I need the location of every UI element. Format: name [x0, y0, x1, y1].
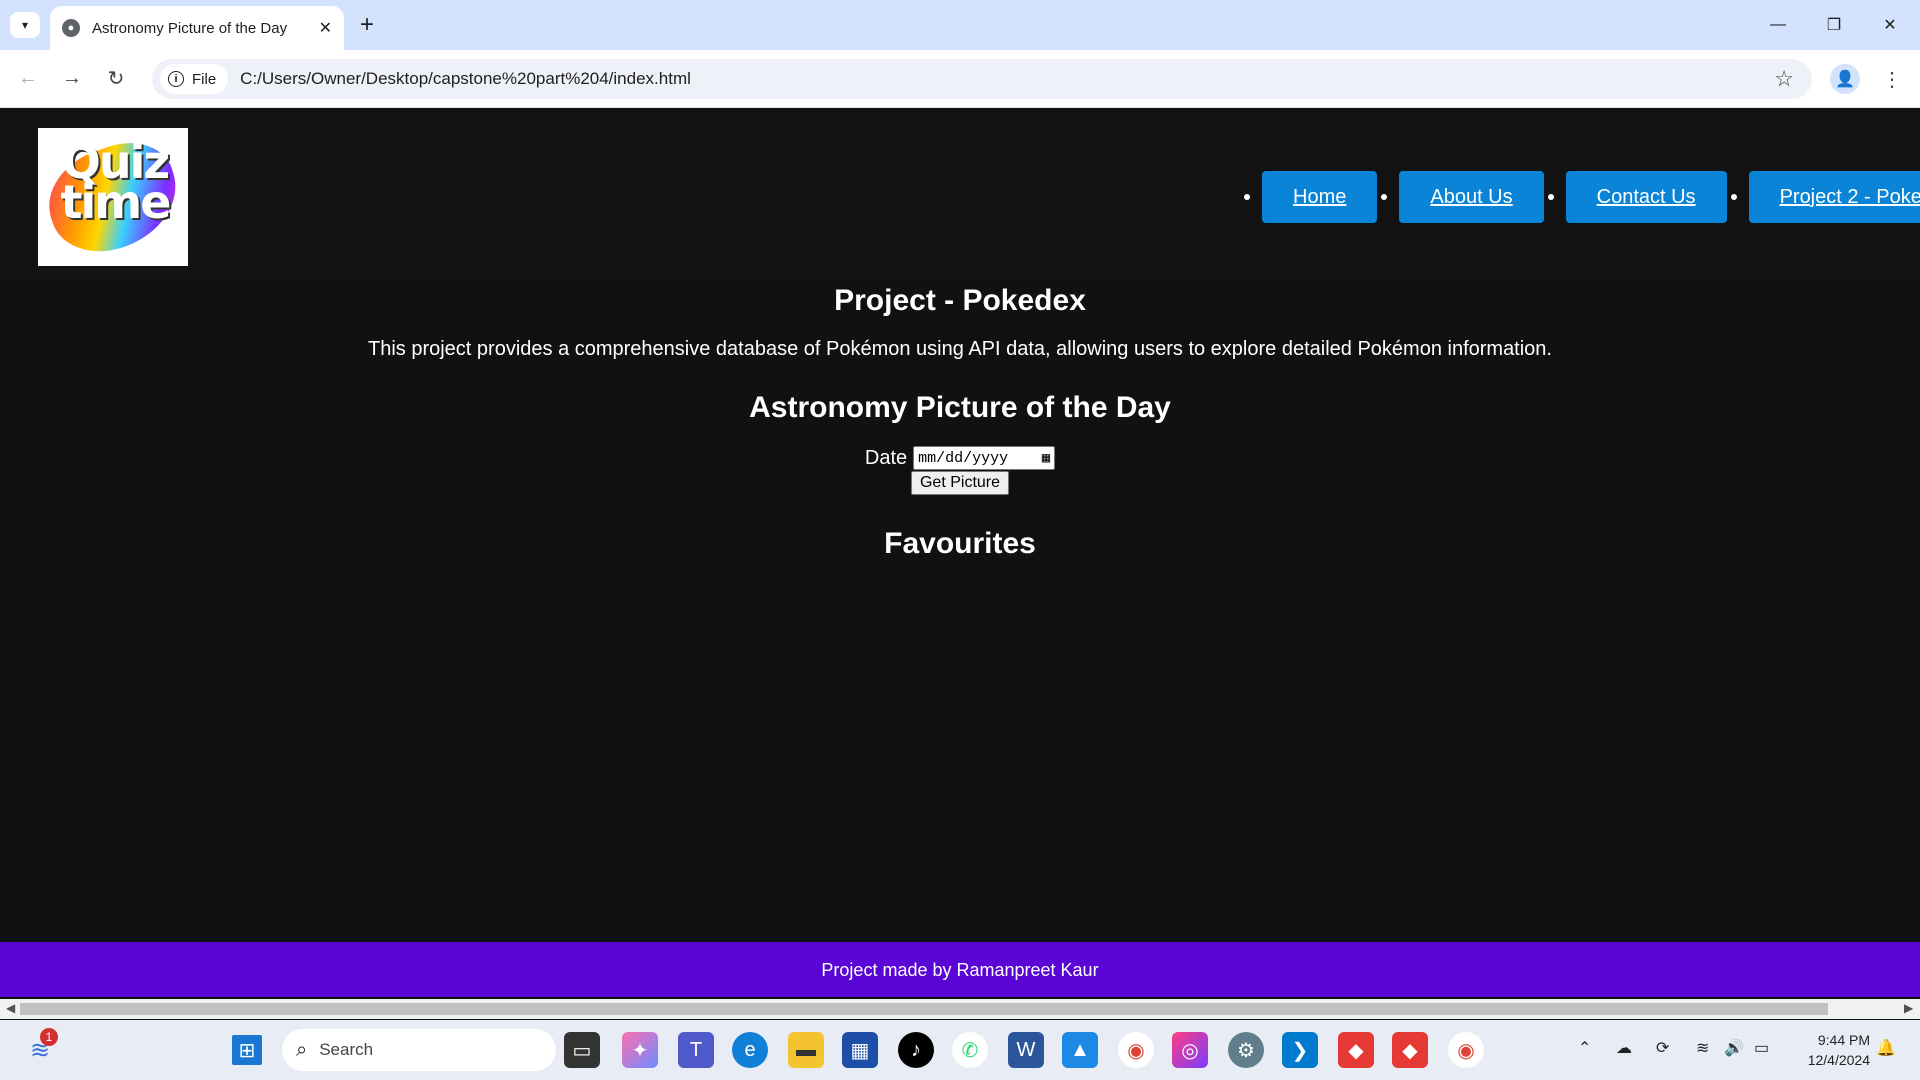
- browser-tab-strip: ▾ ● Astronomy Picture of the Day ✕ + — ❐…: [0, 0, 1920, 50]
- project-description: This project provides a comprehensive da…: [367, 338, 1552, 360]
- scroll-left-arrow-icon[interactable]: ◀: [6, 1001, 15, 1015]
- volume-icon[interactable]: 🔊: [1724, 1038, 1744, 1058]
- tab-search-chevron-icon[interactable]: ▾: [10, 12, 40, 38]
- project-title: Project - Pokedex: [834, 284, 1086, 317]
- get-button-row: Get Picture: [0, 471, 1920, 495]
- taskbar-clock[interactable]: 9:44 PM 12/4/2024: [1790, 1030, 1870, 1070]
- favourites-title: Favourites: [884, 527, 1036, 560]
- browser-tab[interactable]: ● Astronomy Picture of the Day ✕: [50, 6, 344, 50]
- windows-taskbar: ≋ 1 ⊞ ⌕ Search ▭ ✦ T e ▬ ▦ ♪ ✆ W ▲ ◉ ◎ ⚙…: [0, 1020, 1920, 1080]
- chrome-active-icon[interactable]: ◉: [1448, 1032, 1484, 1068]
- wifi-icon[interactable]: ≋: [1696, 1038, 1709, 1058]
- nav-project2-link[interactable]: Project 2 - Pokedex: [1748, 171, 1920, 223]
- photos-icon[interactable]: ▲: [1062, 1032, 1098, 1068]
- main-nav: Home About Us Contact Us Project 2 - Pok…: [1240, 171, 1920, 223]
- taskbar-search-placeholder: Search: [319, 1040, 374, 1059]
- windows-start-icon[interactable]: ⊞: [232, 1035, 262, 1065]
- get-picture-button[interactable]: Get Picture: [910, 471, 1010, 495]
- word-icon[interactable]: W: [1008, 1032, 1044, 1068]
- back-button[interactable]: ←: [12, 62, 44, 94]
- url-text[interactable]: C:/Users/Owner/Desktop/capstone%20part%2…: [240, 69, 1774, 89]
- nav-bullet: [1547, 194, 1554, 200]
- info-icon: i: [168, 71, 184, 87]
- teams-icon[interactable]: T: [678, 1032, 714, 1068]
- tab-close-icon[interactable]: ✕: [319, 18, 332, 38]
- creative-cloud-icon[interactable]: ◎: [1172, 1032, 1208, 1068]
- vscode-icon[interactable]: ❯: [1282, 1032, 1318, 1068]
- sync-icon[interactable]: ⟳: [1656, 1038, 1669, 1058]
- minimize-button[interactable]: —: [1750, 0, 1806, 50]
- settings-gear-icon[interactable]: ⚙: [1228, 1032, 1264, 1068]
- site-info-chip[interactable]: i File: [160, 64, 229, 94]
- date-form-row: Date mm/dd/yyyy ▦: [0, 446, 1920, 470]
- nav-bullet: [1244, 194, 1250, 200]
- whatsapp-icon[interactable]: ✆: [952, 1032, 988, 1068]
- horizontal-scrollbar[interactable]: ◀ ▶: [0, 999, 1920, 1019]
- site-info-label: File: [192, 70, 217, 88]
- nav-about-link[interactable]: About Us: [1399, 171, 1544, 223]
- microsoft-store-icon[interactable]: ▦: [842, 1032, 878, 1068]
- clock-time: 9:44 PM: [1817, 1032, 1870, 1048]
- scrollbar-thumb[interactable]: [20, 1003, 1828, 1015]
- clock-date: 12/4/2024: [1807, 1052, 1870, 1068]
- date-input[interactable]: mm/dd/yyyy ▦: [913, 446, 1056, 470]
- taskbar-search[interactable]: ⌕ Search: [282, 1029, 556, 1071]
- nav-contact-link[interactable]: Contact Us: [1565, 171, 1727, 223]
- browser-menu-icon[interactable]: ⋮: [1880, 64, 1904, 94]
- tiktok-icon[interactable]: ♪: [898, 1032, 934, 1068]
- notification-bell-icon[interactable]: 🔔: [1876, 1038, 1896, 1058]
- git-tool-icon[interactable]: ◆: [1338, 1032, 1374, 1068]
- site-logo[interactable]: Quiz time: [38, 128, 188, 266]
- screen: ▾ ● Astronomy Picture of the Day ✕ + — ❐…: [0, 0, 1920, 1080]
- new-tab-button[interactable]: +: [352, 10, 382, 40]
- copilot-icon[interactable]: ✦: [622, 1032, 658, 1068]
- web-page: Quiz time Home About Us Contact Us Proje…: [0, 109, 1920, 997]
- browser-toolbar: ← → ↻ i File C:/Users/Owner/Desktop/caps…: [0, 50, 1920, 108]
- bookmark-star-icon[interactable]: ☆: [1774, 66, 1794, 92]
- date-placeholder: mm/dd/yyyy: [918, 449, 1009, 467]
- site-footer: Project made by Ramanpreet Kaur: [0, 942, 1920, 997]
- search-icon: ⌕: [296, 1038, 308, 1061]
- battery-icon[interactable]: ▭: [1754, 1038, 1769, 1058]
- restore-button[interactable]: ❐: [1806, 0, 1862, 50]
- task-view-icon[interactable]: ▭: [564, 1032, 600, 1068]
- site-header: Quiz time Home About Us Contact Us Proje…: [0, 109, 1920, 285]
- nav-bullet: [1381, 194, 1388, 200]
- logo-text: Quiz time: [60, 135, 172, 229]
- notification-badge: 1: [40, 1028, 58, 1046]
- scroll-right-arrow-icon[interactable]: ▶: [1904, 1001, 1913, 1015]
- tab-title: Astronomy Picture of the Day: [92, 19, 288, 37]
- chrome-icon[interactable]: ◉: [1118, 1032, 1154, 1068]
- nav-bullet: [1730, 194, 1737, 200]
- onedrive-icon[interactable]: ☁: [1616, 1038, 1632, 1058]
- apod-title: Astronomy Picture of the Day: [749, 391, 1171, 424]
- profile-avatar-icon[interactable]: 👤: [1830, 64, 1860, 94]
- address-bar[interactable]: i File C:/Users/Owner/Desktop/capstone%2…: [152, 59, 1812, 99]
- calendar-icon[interactable]: ▦: [1042, 450, 1050, 467]
- edge-icon[interactable]: e: [732, 1032, 768, 1068]
- show-hidden-icons-chevron-icon[interactable]: ⌃: [1578, 1038, 1591, 1058]
- file-explorer-icon[interactable]: ▬: [788, 1032, 824, 1068]
- date-label: Date: [864, 446, 908, 469]
- nav-home-link[interactable]: Home: [1262, 171, 1378, 223]
- reload-button[interactable]: ↻: [100, 62, 132, 94]
- git-tool-active-icon[interactable]: ◆: [1392, 1032, 1428, 1068]
- globe-icon: ●: [62, 19, 80, 37]
- forward-button[interactable]: →: [56, 62, 88, 94]
- close-window-button[interactable]: ✕: [1862, 0, 1918, 50]
